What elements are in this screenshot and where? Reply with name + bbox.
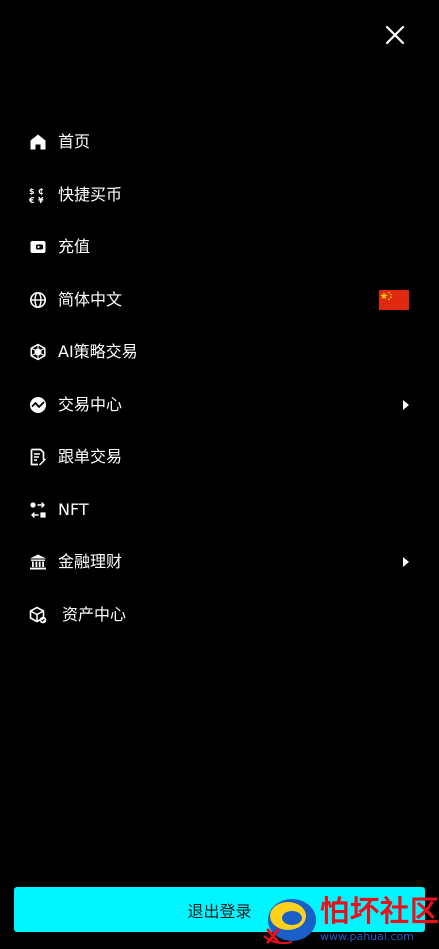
menu-item-ai-strategy[interactable]: AI策略交易 bbox=[0, 326, 439, 379]
menu-item-home[interactable]: 首页 bbox=[0, 116, 439, 169]
menu-item-label: 交易中心 bbox=[58, 394, 123, 414]
menu-item-label: 充值 bbox=[58, 237, 91, 257]
watermark-logo-icon bbox=[263, 899, 316, 945]
menu-item-assets[interactable]: 资产中心 bbox=[0, 589, 439, 642]
chevron-right-icon bbox=[403, 557, 409, 568]
menu-item-label: 简体中文 bbox=[58, 289, 123, 309]
menu-item-label: 资产中心 bbox=[62, 604, 127, 624]
watermark-url: www.pahuai.com bbox=[320, 930, 414, 943]
home-icon bbox=[28, 132, 48, 152]
trade-chart-icon bbox=[28, 395, 48, 415]
close-button[interactable] bbox=[380, 20, 410, 50]
svg-text:$: $ bbox=[29, 187, 35, 196]
menu-item-copy-trade[interactable]: 跟单交易 bbox=[0, 431, 439, 484]
nft-swap-icon bbox=[28, 500, 48, 520]
menu-item-deposit[interactable]: 充值 bbox=[0, 221, 439, 274]
menu-item-label: 金融理财 bbox=[58, 552, 123, 572]
copy-trade-icon bbox=[28, 447, 48, 467]
logout-button-label: 退出登录 bbox=[187, 901, 252, 921]
menu-item-language[interactable]: 简体中文 bbox=[0, 274, 439, 327]
menu-item-quick-buy[interactable]: $ ₵ € ¥ 快捷买币 bbox=[0, 169, 439, 222]
menu-item-label: 快捷买币 bbox=[58, 184, 123, 204]
china-flag-icon bbox=[379, 289, 409, 310]
ai-cube-icon bbox=[28, 342, 48, 362]
watermark-title: 怕坏社区 bbox=[320, 894, 439, 928]
menu-item-label: NFT bbox=[58, 499, 89, 519]
assets-box-icon bbox=[28, 605, 48, 625]
currency-exchange-icon: $ ₵ € ¥ bbox=[28, 185, 48, 205]
menu-item-nft[interactable]: NFT bbox=[0, 484, 439, 537]
menu-item-trade-center[interactable]: 交易中心 bbox=[0, 379, 439, 432]
watermark: 怕坏社区 www.pahuai.com bbox=[262, 890, 439, 949]
svg-text:€: € bbox=[29, 196, 35, 204]
menu-item-label: AI策略交易 bbox=[58, 342, 138, 362]
close-icon bbox=[385, 25, 405, 45]
wallet-icon bbox=[28, 237, 48, 257]
menu-item-label: 跟单交易 bbox=[58, 447, 123, 467]
bank-icon bbox=[28, 552, 48, 572]
globe-icon bbox=[28, 290, 48, 310]
menu-item-label: 首页 bbox=[58, 132, 91, 152]
svg-text:¥: ¥ bbox=[38, 196, 44, 204]
side-menu: 首页 $ ₵ € ¥ 快捷买币 充值 简体中文 AI策略交易 交易中心 跟单交易… bbox=[0, 116, 439, 641]
chevron-right-icon bbox=[403, 399, 409, 410]
menu-item-finance[interactable]: 金融理财 bbox=[0, 536, 439, 589]
svg-text:₵: ₵ bbox=[38, 187, 44, 196]
